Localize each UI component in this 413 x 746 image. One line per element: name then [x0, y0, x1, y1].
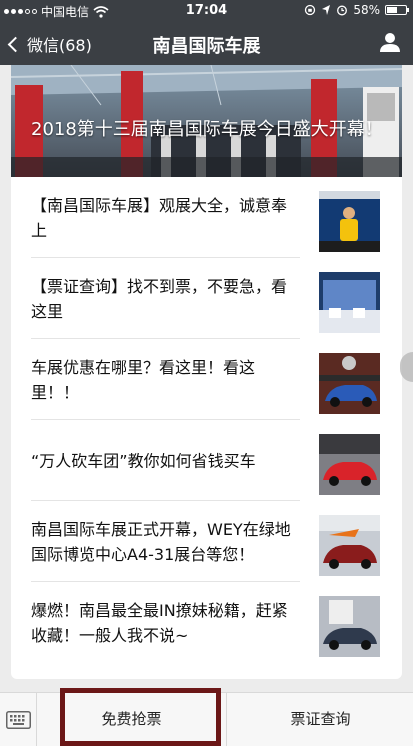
hero-headline: 2018第十三届南昌国际车展今日盛大开幕！: [31, 119, 383, 140]
article-title: “万人砍车团”教你如何省钱买车: [31, 451, 256, 470]
ticket-query-button[interactable]: 票证查询: [228, 693, 413, 746]
article-thumbnail: [319, 191, 380, 252]
article-thumbnail: [319, 515, 380, 576]
article-thumbnail: [319, 596, 380, 657]
article-title: 【南昌国际车展】观展大全，诚意奉上: [31, 195, 288, 240]
article-title: 【票证查询】找不到票，不要急，看这里: [31, 276, 288, 321]
list-item[interactable]: 爆燃！南昌最全最IN撩妹秘籍，赶紧收藏！一般人我不说~: [11, 582, 402, 663]
bottom-menu-bar: 免费抢票 票证查询: [0, 692, 413, 746]
nav-bar: 微信(68) 南昌国际车展: [0, 22, 413, 65]
alarm-icon: [337, 5, 348, 16]
article-title: 爆燃！南昌最全最IN撩妹秘籍，赶紧收藏！一般人我不说~: [31, 600, 288, 645]
article-title: 车展优惠在哪里？看这里！看这里！！: [31, 357, 256, 402]
article-thumbnail: [319, 353, 380, 414]
article-card: 2018第十三届南昌国际车展今日盛大开幕！ 【南昌国际车展】观展大全，诚意奉上 …: [11, 65, 402, 679]
keyboard-icon: [6, 711, 31, 729]
profile-icon[interactable]: [379, 31, 401, 53]
article-title: 南昌国际车展正式开幕，WEY在绿地国际博览中心A4-31展台等您！: [31, 519, 291, 564]
list-item[interactable]: 车展优惠在哪里？看这里！看这里！！: [11, 339, 402, 420]
article-thumbnail: [319, 272, 380, 333]
free-ticket-button[interactable]: 免费抢票: [37, 693, 227, 746]
battery-icon: [385, 5, 409, 15]
keyboard-toggle-button[interactable]: [0, 693, 37, 746]
status-bar: 中国电信 17:04 58%: [0, 0, 413, 22]
orientation-lock-icon: [305, 4, 316, 16]
article-thumbnail: [319, 434, 380, 495]
location-icon: [322, 5, 331, 15]
list-item[interactable]: 【票证查询】找不到票，不要急，看这里: [11, 258, 402, 339]
list-item[interactable]: 南昌国际车展正式开幕，WEY在绿地国际博览中心A4-31展台等您！: [11, 501, 402, 582]
list-item[interactable]: 【南昌国际车展】观展大全，诚意奉上: [11, 177, 402, 258]
battery-percent: 58%: [353, 3, 380, 17]
page-title: 南昌国际车展: [152, 36, 261, 57]
list-item[interactable]: “万人砍车团”教你如何省钱买车: [11, 420, 402, 501]
hero-article[interactable]: 2018第十三届南昌国际车展今日盛大开幕！: [11, 65, 402, 177]
article-list: 【南昌国际车展】观展大全，诚意奉上 【票证查询】找不到票，不要急，看这里 车展优…: [11, 177, 402, 663]
